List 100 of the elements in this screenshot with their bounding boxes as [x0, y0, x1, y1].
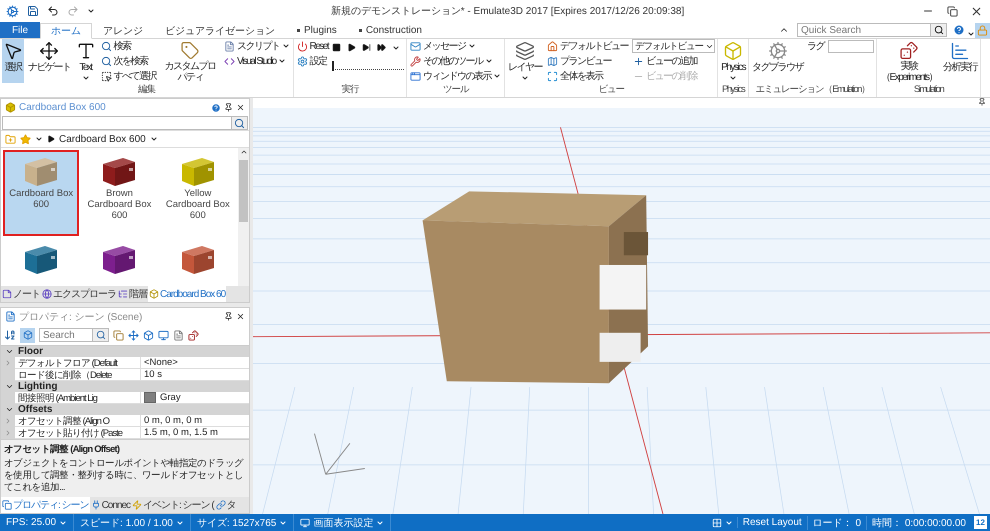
toolbar-icon[interactable]: [158, 330, 169, 340]
ribbon-button[interactable]: デフォルトビュー: [546, 39, 630, 53]
status-item[interactable]: サイズ: 1527x765: [190, 514, 294, 531]
pin-icon[interactable]: [224, 312, 233, 321]
ribbon-button[interactable]: メッセージ: [409, 39, 502, 53]
tool-icon: [180, 41, 200, 60]
ribbon-button[interactable]: その他のツール: [409, 54, 502, 68]
description-title: オフセット調整 (Align Offset): [4, 443, 120, 456]
ribbon-button[interactable]: Reset: [296, 39, 330, 53]
tool-icon: [410, 56, 422, 66]
toolbar-icon[interactable]: [188, 330, 199, 340]
ribbon-button[interactable]: 次を検索: [100, 54, 157, 68]
tool-icon: [296, 56, 308, 66]
group-label: ツール: [442, 83, 470, 96]
ribbon-button[interactable]: カスタムプロパティ: [160, 39, 220, 83]
ribbon-button[interactable]: Physics: [720, 39, 746, 83]
scrollbar[interactable]: [238, 148, 249, 286]
close-icon[interactable]: [236, 103, 245, 112]
category-button[interactable]: [20, 328, 35, 342]
input-field[interactable]: [828, 40, 874, 52]
category-header[interactable]: Offsets: [1, 404, 249, 415]
status-item[interactable]: FPS: 25.00: [0, 514, 74, 531]
ribbon-button[interactable]: ビューの追加: [632, 54, 716, 68]
ribbon-button[interactable]: 設定: [296, 54, 330, 68]
panel-tab[interactable]: 階層: [117, 286, 148, 302]
ribbon-button[interactable]: 実験（Experiments）: [879, 39, 940, 83]
calendar-icon[interactable]: 12: [974, 516, 987, 529]
help-icon[interactable]: [211, 102, 221, 112]
property-value[interactable]: <None>: [144, 357, 178, 368]
panel-tab[interactable]: イベント: シーン (: [131, 497, 215, 513]
toolbar-icon[interactable]: [128, 330, 139, 340]
speed-slider[interactable]: [332, 61, 404, 70]
ribbon-button[interactable]: すべて選択: [100, 69, 157, 83]
ribbon-tab[interactable]: ホーム: [40, 23, 92, 39]
view-dropdown[interactable]: デフォルトビュー: [632, 39, 716, 53]
catalog-item[interactable]: Cardboard Box 600: [3, 150, 80, 236]
category-header[interactable]: Floor: [1, 346, 249, 357]
ribbon-button[interactable]: 選択: [2, 39, 24, 83]
search-field[interactable]: Quick Search: [797, 23, 931, 37]
ribbon-button[interactable]: スクリプト: [223, 39, 290, 53]
property-value[interactable]: 0 m, 0 m, 0 m: [144, 415, 202, 426]
tool-icon: [100, 56, 112, 66]
catalog-item[interactable]: Yellow Cardboard Box 600: [160, 150, 236, 236]
field-label: ラグ: [807, 40, 824, 53]
ribbon-button[interactable]: Text: [74, 39, 96, 83]
tool-icon: [100, 70, 112, 82]
search-button[interactable]: [931, 23, 947, 37]
category-header[interactable]: Lighting: [1, 381, 249, 392]
status-item[interactable]: スピード: 1.00 / 1.00: [74, 514, 191, 531]
ribbon-button[interactable]: 検索: [100, 39, 157, 53]
ribbon-button[interactable]: 分析実行: [942, 39, 978, 83]
ribbon-button[interactable]: プランビュー: [546, 54, 630, 68]
property-value[interactable]: 1.5 m, 0 m, 1.5 m: [144, 427, 218, 438]
catalog-item[interactable]: Brown Cardboard Box 600: [81, 150, 158, 236]
help-icon[interactable]: [953, 24, 965, 36]
close-icon[interactable]: [236, 312, 245, 321]
sort-icon[interactable]: [4, 329, 16, 341]
ribbon-button[interactable]: レイヤー: [507, 39, 544, 83]
play-icon[interactable]: [347, 43, 356, 52]
breadcrumb-item[interactable]: Cardboard Box 600: [59, 134, 146, 144]
panel-tab[interactable]: ノート: [1, 286, 41, 302]
scroll-up-icon[interactable]: [240, 148, 248, 156]
save-icon[interactable]: [27, 5, 39, 17]
ribbon-tab[interactable]: File: [0, 22, 40, 38]
pin-icon[interactable]: [978, 98, 986, 106]
panel-tab[interactable]: プロパティ: シーン: [1, 497, 90, 513]
ribbon-button[interactable]: ナビゲート: [27, 39, 72, 83]
ribbon-button[interactable]: ウィンドウの表示: [409, 69, 502, 83]
step-icon[interactable]: [362, 43, 372, 52]
property-name: デフォルトフロア (Default: [15, 357, 141, 369]
undo-icon[interactable]: [47, 5, 59, 17]
ribbon-button[interactable]: タグブラウザ: [751, 39, 804, 83]
group-label: ビュー: [597, 83, 626, 96]
ribbon-button[interactable]: 全体を表示: [546, 69, 630, 83]
status-text: Reset Layout: [736, 517, 807, 528]
toolbar-icon[interactable]: [143, 330, 154, 340]
tab-icon: [149, 289, 159, 299]
panel-tab[interactable]: エクスプローラ: [41, 286, 117, 302]
caret-icon: [35, 135, 43, 143]
ribbon-button[interactable]: Visual Studio: [223, 54, 290, 68]
stop-icon[interactable]: [332, 43, 342, 52]
toolbar-icon[interactable]: [113, 330, 124, 340]
panel-tab[interactable]: Cardboard Box 60: [148, 286, 226, 302]
property-value[interactable]: Gray: [160, 392, 181, 403]
property-value[interactable]: 10 s: [144, 369, 162, 380]
toolbar-icon[interactable]: [173, 330, 184, 340]
tab-icon: [216, 500, 226, 510]
panel-tab[interactable]: タ: [214, 497, 237, 513]
star-icon[interactable]: [20, 134, 31, 144]
status-text: 時間： 0:00:00:00.00: [866, 516, 971, 530]
status-item[interactable]: 画面表示設定: [294, 514, 392, 531]
tab-icon: [2, 500, 12, 510]
fast-forward-icon[interactable]: [377, 43, 386, 52]
layout-icon[interactable]: [712, 518, 722, 528]
pin-icon[interactable]: [224, 103, 233, 112]
panel-tab[interactable]: Connec: [90, 497, 132, 513]
search-field[interactable]: Search: [39, 328, 93, 342]
lock-icon: [977, 25, 988, 36]
slider-thumb[interactable]: [332, 61, 334, 71]
search-field[interactable]: [2, 116, 232, 130]
